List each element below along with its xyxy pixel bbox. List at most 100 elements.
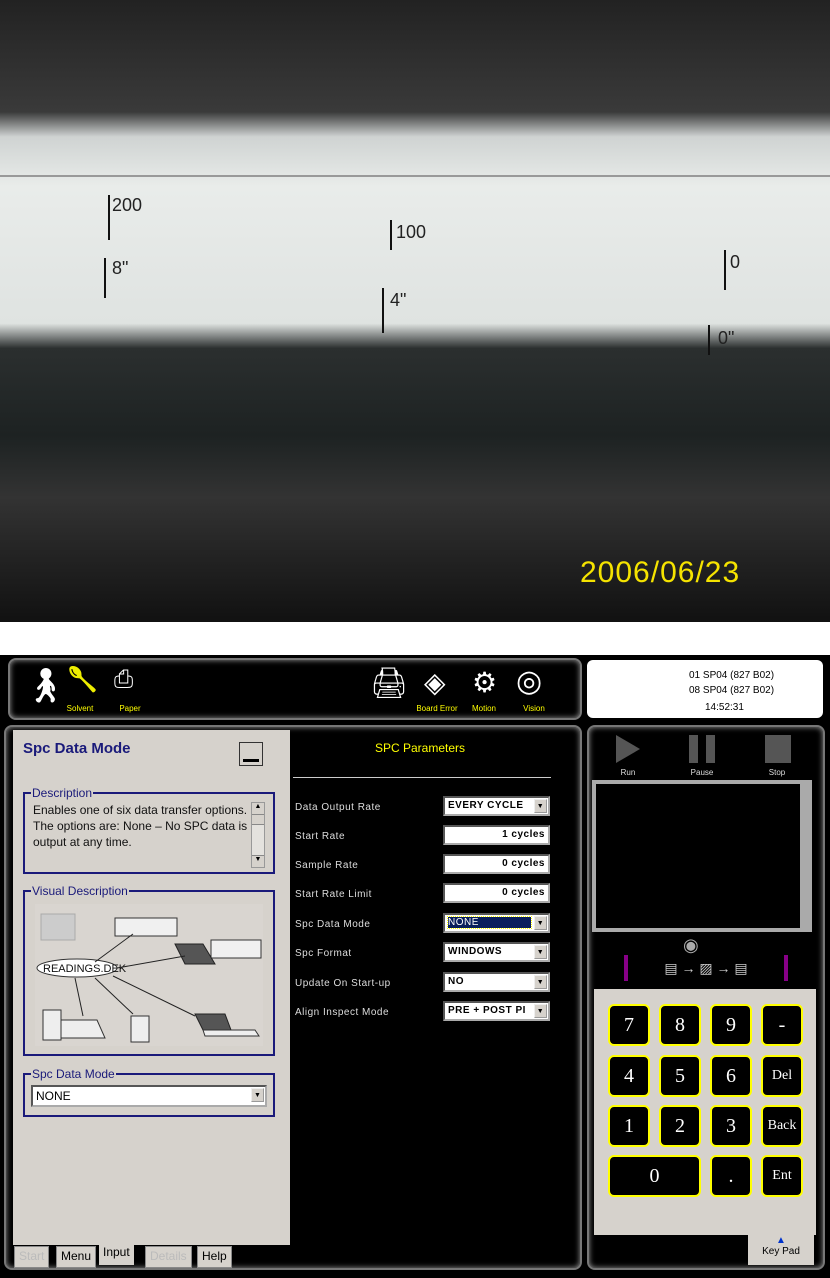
key-6[interactable]: 6 xyxy=(710,1055,752,1097)
chevron-down-icon: ▼ xyxy=(534,799,547,813)
minimize-button[interactable] xyxy=(239,742,263,766)
spc-network-diagram: READINGS.DEK xyxy=(35,904,263,1046)
ruler-label: 0" xyxy=(718,328,735,348)
ruler-tick xyxy=(382,288,384,333)
date-stamp: 2006/06/23 xyxy=(580,556,741,589)
param-value: WINDOWS xyxy=(448,946,503,957)
param-value: NO xyxy=(448,976,464,987)
param-label: Data Output Rate xyxy=(295,802,381,813)
key-7[interactable]: 7 xyxy=(608,1004,650,1046)
chevron-down-icon: ▼ xyxy=(534,916,547,930)
pause-label: Pause xyxy=(690,768,714,777)
paper-label: Paper xyxy=(119,704,141,713)
key-del[interactable]: Del xyxy=(761,1055,803,1097)
params-title: SPC Parameters xyxy=(374,741,466,755)
param-dropdown[interactable]: NONE ▼ xyxy=(443,913,550,933)
description-scrollbar[interactable]: ▲ ▼ xyxy=(251,802,265,868)
paper-icon[interactable]: ⎙ xyxy=(114,666,133,694)
mode-legend: Spc Data Mode xyxy=(31,1067,116,1081)
vision-icon[interactable]: ◎ xyxy=(516,664,542,699)
visual-legend: Visual Description xyxy=(31,884,129,898)
chevron-down-icon: ▼ xyxy=(534,1004,547,1018)
status-box: 01 SP04 (827 B02) 08 SP04 (827 B02) 14:5… xyxy=(587,660,823,718)
chevron-down-icon: ▼ xyxy=(251,1088,264,1102)
svg-text:READINGS.DEK: READINGS.DEK xyxy=(43,963,127,975)
board-error-icon[interactable]: ◈ xyxy=(424,666,446,699)
ruler-edge xyxy=(0,175,830,177)
chevron-down-icon: ▼ xyxy=(534,975,547,989)
param-label: Start Rate Limit xyxy=(295,889,372,900)
key-ent[interactable]: Ent xyxy=(761,1155,803,1197)
status-time: 14:52:31 xyxy=(705,702,744,713)
divider xyxy=(293,777,551,778)
spc-data-mode-dropdown[interactable]: NONE ▼ xyxy=(31,1085,267,1107)
board-flow-icon: ▤ → ▨ → ▤ xyxy=(624,955,788,981)
status-line-1: 01 SP04 (827 B02) xyxy=(689,670,775,681)
pause-icon[interactable] xyxy=(689,735,715,763)
description-text: Enables one of six data transfer options… xyxy=(33,803,248,849)
param-value: 0 cycles xyxy=(502,858,545,869)
param-input[interactable]: 1 cycles xyxy=(443,825,550,845)
param-label: Spc Format xyxy=(295,948,352,959)
stop-icon[interactable] xyxy=(765,735,791,763)
key-4[interactable]: 4 xyxy=(608,1055,650,1097)
param-input[interactable]: 0 cycles xyxy=(443,854,550,874)
machine-icon[interactable]: 🖨︎ xyxy=(370,666,408,701)
mode-value: NONE xyxy=(36,1089,71,1103)
param-label: Spc Data Mode xyxy=(295,919,371,930)
solvent-label: Solvent xyxy=(66,704,94,713)
keypad-tab-label: Key Pad xyxy=(762,1246,800,1257)
key-9[interactable]: 9 xyxy=(710,1004,752,1046)
board-error-label: Board Error xyxy=(416,704,458,713)
param-dropdown[interactable]: PRE + POST PI ▼ xyxy=(443,1001,550,1021)
run-label: Run xyxy=(620,768,636,777)
param-label: Sample Rate xyxy=(295,860,359,871)
key-5[interactable]: 5 xyxy=(659,1055,701,1097)
tab-help[interactable]: Help xyxy=(197,1246,232,1268)
key-1[interactable]: 1 xyxy=(608,1105,650,1147)
description-legend: Description xyxy=(31,786,94,800)
ruler-tick xyxy=(708,325,710,355)
tab-menu[interactable]: Menu xyxy=(56,1246,97,1268)
key-0[interactable]: 0 xyxy=(608,1155,701,1197)
key-back[interactable]: Back xyxy=(761,1105,803,1147)
param-dropdown[interactable]: NO ▼ xyxy=(443,972,550,992)
param-value: PRE + POST PI xyxy=(448,1005,526,1016)
tab-details[interactable]: Details xyxy=(145,1246,192,1268)
param-dropdown[interactable]: EVERY CYCLE ▼ xyxy=(443,796,550,816)
ruler-tick xyxy=(108,195,110,240)
status-line-2: 08 SP04 (827 B02) xyxy=(689,685,775,696)
tab-start[interactable]: Start xyxy=(14,1246,50,1268)
key-minus[interactable]: - xyxy=(761,1004,803,1046)
motion-label: Motion xyxy=(471,704,496,713)
solvent-icon[interactable]: 🥄︎ xyxy=(66,664,99,695)
description-group: Description Enables one of six data tran… xyxy=(23,786,275,874)
tab-input[interactable]: Input xyxy=(99,1243,134,1265)
motion-icon[interactable]: ⚙ xyxy=(472,666,497,699)
ruler-label: 200 xyxy=(112,195,143,215)
key-2[interactable]: 2 xyxy=(659,1105,701,1147)
ruler-tick xyxy=(390,220,392,250)
stop-label: Stop xyxy=(768,768,786,777)
visual-description-group: Visual Description READINGS.DEK xyxy=(23,884,275,1056)
keypad-tab[interactable]: ▲ Key Pad xyxy=(748,1235,814,1265)
key-3[interactable]: 3 xyxy=(710,1105,752,1147)
param-value: EVERY CYCLE xyxy=(448,800,524,811)
vision-eye-icon: ◉ xyxy=(683,935,699,955)
printer-ui: 🚶︎ 🥄︎ Solvent ⎙ Paper 🖨︎ ◈ Board Error ⚙… xyxy=(0,655,830,1278)
key-dot[interactable]: . xyxy=(710,1155,752,1197)
key-8[interactable]: 8 xyxy=(659,1004,701,1046)
ruler-tick xyxy=(104,258,106,298)
chevron-down-icon: ▼ xyxy=(534,945,547,959)
panel-title: Spc Data Mode xyxy=(23,740,131,757)
param-label: Align Inspect Mode xyxy=(295,1007,390,1018)
param-label: Update On Start-up xyxy=(295,978,391,989)
param-value: 1 cycles xyxy=(502,829,545,840)
ruler-tick xyxy=(724,250,726,290)
ruler-label: 4" xyxy=(390,290,407,310)
param-dropdown[interactable]: WINDOWS ▼ xyxy=(443,942,550,962)
machine-photo: 200 100 0 8" 4" 0" 2006/06/23 xyxy=(0,0,830,622)
run-icon[interactable] xyxy=(616,735,640,763)
operator-icon[interactable]: 🚶︎ xyxy=(24,666,67,706)
param-input[interactable]: 0 cycles xyxy=(443,883,550,903)
